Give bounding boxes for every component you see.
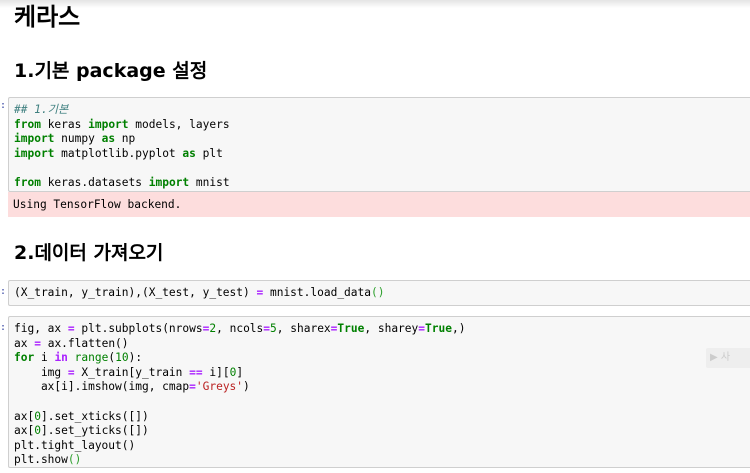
code-token: import <box>88 117 129 131</box>
code-token: 0 <box>34 409 41 423</box>
code-line: plt.tight_layout() <box>14 439 750 454</box>
run-cell-button[interactable]: ▶ 사 <box>706 348 750 368</box>
cell-prompt: : <box>0 322 7 333</box>
code-token: i][ <box>202 365 230 379</box>
code-editor[interactable]: (X_train, y_train),(X_test, y_test) = mn… <box>9 281 750 301</box>
code-token: import <box>14 146 55 160</box>
code-token: 0 <box>34 424 41 438</box>
code-line: (X_train, y_train),(X_test, y_test) = mn… <box>14 286 750 301</box>
cell-prompt: : <box>0 286 7 297</box>
code-token: True <box>425 322 452 335</box>
code-token: np <box>115 132 136 146</box>
code-token: True <box>337 322 365 335</box>
code-token: 'Greys' <box>195 380 244 394</box>
code-line: import numpy as np <box>14 132 750 147</box>
code-token: plt.tight_layout() <box>14 438 136 452</box>
code-token: = <box>418 322 426 335</box>
code-line: plt.show() <box>14 453 750 468</box>
code-token: == <box>189 365 203 379</box>
code-token: , sharey <box>364 322 419 335</box>
code-token: ax[ <box>14 424 35 438</box>
code-token: plt.subplots(nrows <box>74 322 203 335</box>
code-token: ax[ <box>14 409 35 423</box>
code-token: ax.flatten() <box>40 336 129 350</box>
code-token: as <box>101 132 116 146</box>
section-heading-data-load: 2.데이터 가져오기 <box>14 242 164 264</box>
code-token: ].set_yticks([]) <box>40 424 149 438</box>
code-token: ,) <box>451 322 466 335</box>
code-token: = <box>67 365 75 379</box>
code-token: plt <box>195 146 223 160</box>
code-token: fig, ax <box>14 322 68 335</box>
section-heading-basic-package: 1.기본 package 설정 <box>14 60 208 82</box>
code-token: ] <box>236 365 244 379</box>
code-line: ax[0].set_yticks([]) <box>14 424 750 439</box>
code-token: from <box>14 117 41 131</box>
code-line: ax[i].imshow(img, cmap='Greys') <box>14 380 750 395</box>
code-token: = <box>34 336 41 350</box>
code-line: ax[0].set_xticks([]) <box>14 410 750 425</box>
code-token: mnist.load_data <box>263 286 372 299</box>
code-token: ].set_xticks([]) <box>40 409 149 423</box>
code-token: import <box>14 132 55 146</box>
code-cell-load-data[interactable]: (X_train, y_train),(X_test, y_test) = mn… <box>8 280 750 306</box>
code-line: img = X_train[y_train == i][0] <box>14 366 750 381</box>
code-line: ax = ax.flatten() <box>14 337 750 352</box>
code-token: (X_train, y_train),(X_test, y_test) <box>14 286 257 299</box>
cell-prompt: : <box>0 100 7 111</box>
code-token: keras <box>40 117 89 131</box>
code-token: , ncols <box>216 322 264 335</box>
code-token: ## 1.기본 <box>14 103 69 116</box>
code-editor[interactable]: ## 1.기본 from keras import models, layers i… <box>9 98 750 191</box>
code-line: import matplotlib.pyplot as plt <box>14 147 750 162</box>
code-line: from keras.datasets import mnist <box>14 176 750 191</box>
code-token: 10 <box>115 351 129 365</box>
code-token: import <box>148 175 190 189</box>
code-token: as <box>182 146 196 160</box>
code-token: img <box>14 365 68 379</box>
code-token: matplotlib.pyplot <box>54 146 183 160</box>
code-token: plt.show <box>14 453 68 467</box>
code-token: = <box>67 322 75 335</box>
code-cell-plot[interactable]: fig, ax = plt.subplots(nrows=2, ncols=5,… <box>8 316 750 468</box>
code-token: X_train[y_train <box>74 365 190 379</box>
stderr-output: Using TensorFlow backend. <box>8 192 750 217</box>
code-token: ): <box>128 351 143 365</box>
code-token: keras.datasets <box>40 175 149 189</box>
code-token: ax[i].imshow(img, cmap <box>14 380 190 394</box>
code-token: numpy <box>54 132 102 146</box>
code-line: fig, ax = plt.subplots(nrows=2, ncols=5,… <box>14 322 750 337</box>
code-token: ax <box>14 336 35 350</box>
code-token: models, layers <box>128 117 230 131</box>
code-token: () <box>371 286 385 299</box>
code-token: () <box>67 453 82 467</box>
notebook-title: 케라스 <box>14 3 81 31</box>
top-shadow <box>0 0 750 8</box>
code-token: range <box>74 351 109 365</box>
code-token: mnist <box>189 175 230 189</box>
code-line: ## 1.기본 <box>14 103 750 118</box>
code-editor[interactable]: fig, ax = plt.subplots(nrows=2, ncols=5,… <box>9 317 750 468</box>
code-token: , sharex <box>276 322 331 335</box>
code-cell-imports[interactable]: ## 1.기본 from keras import models, layers i… <box>8 97 750 192</box>
code-token: 5 <box>270 322 277 335</box>
code-token: = <box>189 380 196 394</box>
code-token: from <box>14 175 41 189</box>
code-token: in <box>54 351 68 365</box>
code-token: for <box>14 351 35 365</box>
code-line: from keras import models, layers <box>14 118 750 133</box>
code-line: for i in range(10): <box>14 351 750 366</box>
code-token: ) <box>243 380 250 394</box>
code-token: i <box>34 351 55 365</box>
